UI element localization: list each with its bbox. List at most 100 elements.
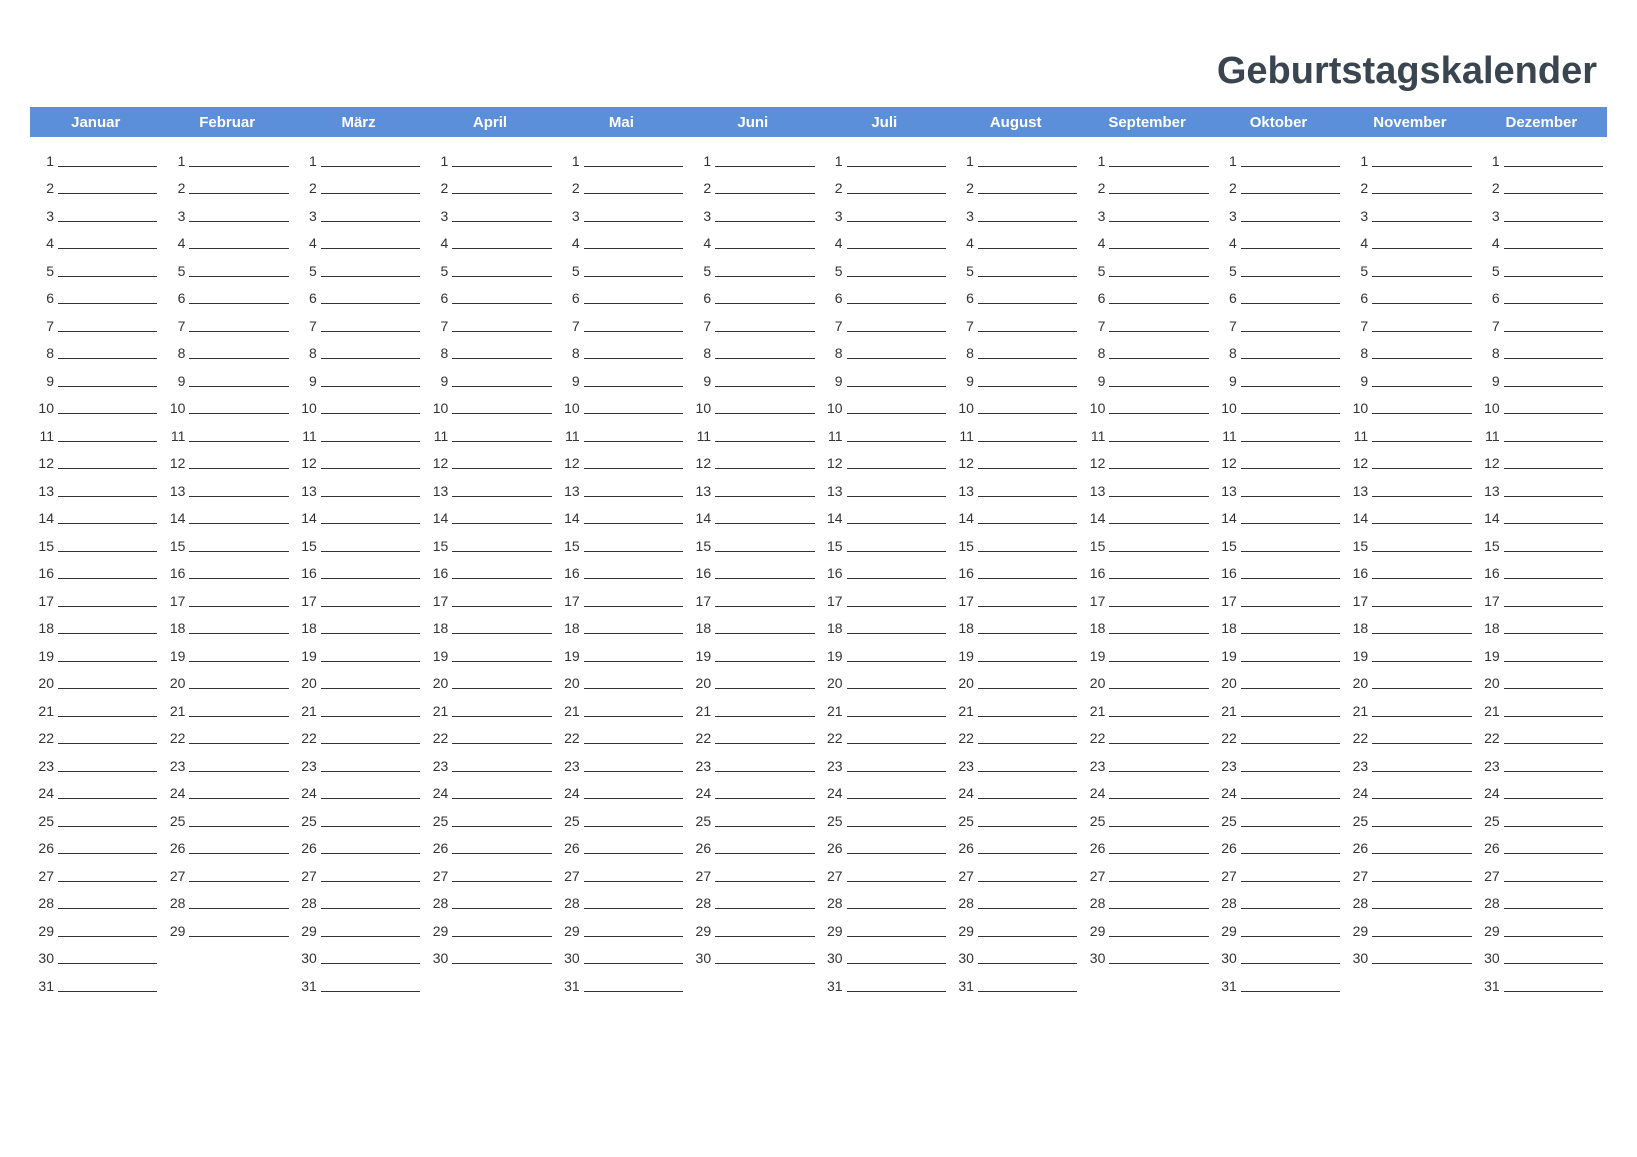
entry-line <box>189 743 288 744</box>
entry-line <box>715 606 814 607</box>
entry-line <box>321 908 420 909</box>
day-row: 18 <box>1085 611 1208 639</box>
day-row: 1 <box>34 143 157 171</box>
day-row: 30 <box>34 941 157 969</box>
entry-line <box>584 771 683 772</box>
entry-line <box>1241 578 1340 579</box>
entry-line <box>1372 193 1471 194</box>
day-number: 22 <box>34 730 54 748</box>
day-row: 21 <box>297 693 420 721</box>
entry-line <box>1504 221 1603 222</box>
month-header: Juli <box>819 114 950 131</box>
day-row: 9 <box>1217 363 1340 391</box>
entry-line <box>321 523 420 524</box>
entry-line <box>1109 606 1208 607</box>
day-row: 12 <box>560 446 683 474</box>
entry-line <box>321 276 420 277</box>
day-number: 17 <box>823 593 843 611</box>
day-number: 8 <box>691 345 711 363</box>
day-number: 29 <box>1348 923 1368 941</box>
entry-line <box>1109 661 1208 662</box>
day-row: 22 <box>560 721 683 749</box>
entry-line <box>584 991 683 992</box>
entry-line <box>452 743 551 744</box>
entry-line <box>1109 551 1208 552</box>
day-number: 13 <box>823 483 843 501</box>
day-row: 8 <box>823 336 946 364</box>
day-row: 13 <box>428 473 551 501</box>
entry-line <box>847 963 946 964</box>
day-row: 12 <box>1480 446 1603 474</box>
entry-line <box>321 688 420 689</box>
entry-line <box>189 331 288 332</box>
day-row: 3 <box>691 198 814 226</box>
day-number: 18 <box>1085 620 1105 638</box>
entry-line <box>1372 331 1471 332</box>
day-number: 4 <box>1480 235 1500 253</box>
day-row: 30 <box>823 941 946 969</box>
entry-line <box>452 908 551 909</box>
day-number: 23 <box>428 758 448 776</box>
entry-line <box>58 193 157 194</box>
day-number: 23 <box>691 758 711 776</box>
day-row: 20 <box>1348 666 1471 694</box>
day-row: 7 <box>428 308 551 336</box>
entry-line <box>1241 523 1340 524</box>
day-number: 26 <box>165 840 185 858</box>
day-number: 15 <box>560 538 580 556</box>
day-row: 14 <box>954 501 1077 529</box>
day-row: 1 <box>165 143 288 171</box>
day-row: 25 <box>1480 803 1603 831</box>
entry-line <box>1241 743 1340 744</box>
day-row: 12 <box>34 446 157 474</box>
entry-line <box>1504 688 1603 689</box>
day-number: 29 <box>34 923 54 941</box>
day-number: 5 <box>1217 263 1237 281</box>
day-number: 30 <box>823 950 843 968</box>
day-number: 2 <box>1085 180 1105 198</box>
entry-line <box>58 441 157 442</box>
entry-line <box>1372 276 1471 277</box>
day-number: 3 <box>823 208 843 226</box>
entry-line <box>58 358 157 359</box>
month-column: 1234567891011121314151617181920212223242… <box>950 143 1081 996</box>
entry-line <box>189 661 288 662</box>
day-row-empty <box>691 968 814 996</box>
day-number: 19 <box>560 648 580 666</box>
entry-line <box>1241 386 1340 387</box>
entry-line <box>584 633 683 634</box>
day-row: 7 <box>954 308 1077 336</box>
entry-line <box>584 276 683 277</box>
day-number: 25 <box>1480 813 1500 831</box>
day-row: 2 <box>428 171 551 199</box>
day-number: 9 <box>691 373 711 391</box>
day-row: 27 <box>428 858 551 886</box>
day-row: 14 <box>1217 501 1340 529</box>
entry-line <box>1109 193 1208 194</box>
day-number: 20 <box>1480 675 1500 693</box>
calendar-body: 1234567891011121314151617181920212223242… <box>30 143 1607 996</box>
day-row: 11 <box>1348 418 1471 446</box>
entry-line <box>978 826 1077 827</box>
day-row: 31 <box>1217 968 1340 996</box>
entry-line <box>58 798 157 799</box>
day-row: 15 <box>297 528 420 556</box>
day-number: 18 <box>297 620 317 638</box>
entry-line <box>1372 743 1471 744</box>
day-row: 9 <box>954 363 1077 391</box>
entry-line <box>584 413 683 414</box>
day-row: 16 <box>165 556 288 584</box>
day-row: 17 <box>560 583 683 611</box>
day-number: 6 <box>297 290 317 308</box>
day-number: 3 <box>691 208 711 226</box>
entry-line <box>321 413 420 414</box>
day-number: 7 <box>1348 318 1368 336</box>
day-row: 5 <box>1480 253 1603 281</box>
day-row: 17 <box>428 583 551 611</box>
day-number: 11 <box>691 428 711 446</box>
day-row: 26 <box>1480 831 1603 859</box>
entry-line <box>978 166 1077 167</box>
day-row: 4 <box>1217 226 1340 254</box>
day-row: 8 <box>297 336 420 364</box>
entry-line <box>1372 496 1471 497</box>
